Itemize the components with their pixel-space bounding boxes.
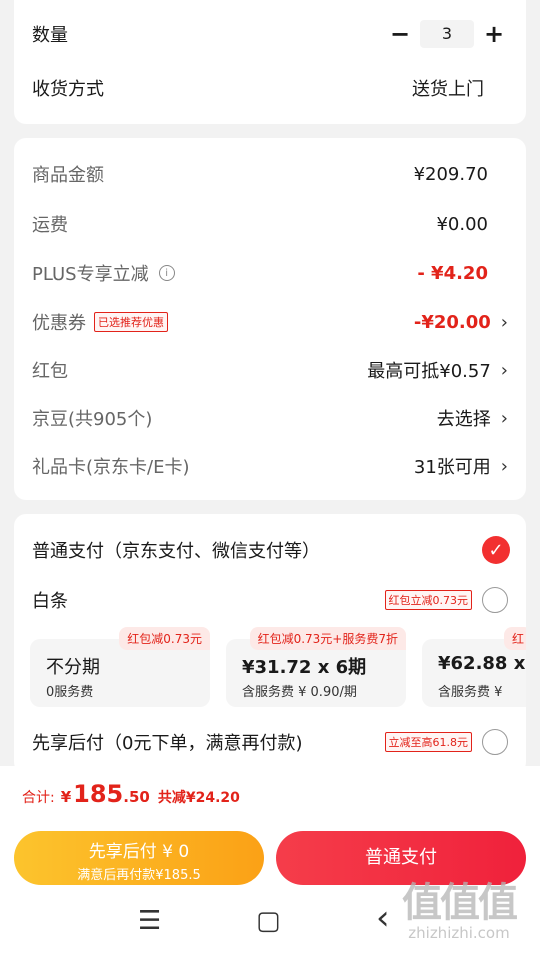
installment-option[interactable]: 红 ¥62.88 x 含服务费 ¥ [422,627,526,707]
goods-amount-row: 商品金额 ¥209.70 [14,154,526,194]
jingdou-label: 京豆(共905个) [32,409,153,430]
pay-later-label: 先享后付（0元下单，满意再付款) [32,733,303,754]
coupon-row[interactable]: 优惠券 已选推荐优惠 -¥20.00 › [14,302,526,342]
giftcard-value: 31张可用 [413,457,491,478]
chevron-right-icon: › [500,359,508,381]
price-summary-card: 商品金额 ¥209.70 运费 ¥0.00 PLUS专享立减 i - ¥4.20… [14,138,526,500]
baitiao-label: 白条 [32,591,68,612]
freight-label: 运费 [32,215,68,236]
installment-sub: 含服务费 ¥ 0.90/期 [242,685,357,700]
pay-later-button-title: 先享后付 ¥ 0 [88,842,190,862]
installment-main: 不分期 [46,657,100,678]
total-integer: 185 [73,780,124,808]
quantity-input[interactable]: 3 [420,20,474,48]
installment-sub: 0服务费 [46,685,94,700]
installment-option[interactable]: 红包减0.73元 不分期 0服务费 [30,627,210,707]
normal-pay-option[interactable]: 普通支付（京东支付、微信支付等） ✓ [14,530,526,570]
giftcard-row[interactable]: 礼品卡(京东卡/E卡) 31张可用 › [14,446,526,486]
installment-main: ¥62.88 x [438,653,526,674]
delivery-row[interactable]: 收货方式 送货上门 [14,68,526,108]
plus-discount-row: PLUS专享立减 i - ¥4.20 [14,253,526,293]
chevron-right-icon: › [500,407,508,429]
baitiao-option[interactable]: 白条 红包立减0.73元 [14,580,526,620]
pay-later-option[interactable]: 先享后付（0元下单，满意再付款) 立减至高61.8元 [14,722,526,762]
installment-badge: 红包减0.73元 [119,627,210,650]
giftcard-label: 礼品卡(京东卡/E卡) [32,457,190,478]
coupon-value: -¥20.00 [413,311,491,333]
watermark: 值值值 zhizhizhi.com [384,870,534,942]
redpacket-label: 红包 [32,361,68,382]
payment-method-card: 普通支付（京东支付、微信支付等） ✓ 白条 红包立减0.73元 红包减0.73元… [14,514,526,774]
radio-icon[interactable] [482,729,508,755]
pay-later-button-sub: 满意后再付款¥185.5 [77,868,201,883]
installment-option[interactable]: 红包减0.73元+服务费7折 ¥31.72 x 6期 含服务费 ¥ 0.90/期 [226,627,406,707]
total-currency: ¥ [60,788,72,806]
order-options-card: 数量 − 3 + 收货方式 送货上门 [14,0,526,124]
freight-value: ¥0.00 [436,213,488,235]
normal-pay-label: 普通支付（京东支付、微信支付等） [32,541,320,562]
pay-later-discount-badge: 立减至高61.8元 [384,732,472,752]
chevron-right-icon: › [500,311,508,333]
pay-later-button[interactable]: 先享后付 ¥ 0 满意后再付款¥185.5 [14,831,264,885]
installment-main: ¥31.72 x 6期 [242,657,367,678]
delivery-label: 收货方式 [32,79,104,100]
installment-sub: 含服务费 ¥ [438,685,503,700]
installment-badge: 红包减0.73元+服务费7折 [249,627,406,650]
minus-button[interactable]: − [386,20,414,48]
plus-discount-label: PLUS专享立减 [32,264,149,285]
home-icon[interactable]: ▢ [256,906,281,936]
order-total: 合计: ¥ 185 .50 共减¥24.20 [22,780,240,808]
checkout-bar: 合计: ¥ 185 .50 共减¥24.20 先享后付 ¥ 0 满意后再付款¥1… [0,766,540,957]
normal-pay-button-label: 普通支付 [365,847,437,868]
redpacket-value: 最高可抵¥0.57 [367,361,491,382]
info-icon[interactable]: i [158,265,175,281]
menu-icon[interactable]: ☰ [138,906,161,936]
quantity-stepper[interactable]: − 3 + [386,20,508,48]
baitiao-discount-badge: 红包立减0.73元 [384,590,472,610]
goods-amount-value: ¥209.70 [413,163,488,185]
watermark-logo: 值值值 [402,880,518,926]
jingdou-value: 去选择 [436,409,491,430]
redpacket-row[interactable]: 红包 最高可抵¥0.57 › [14,350,526,390]
delivery-value: 送货上门 [412,79,484,100]
coupon-recommended-badge: 已选推荐优惠 [94,312,168,332]
radio-icon[interactable] [482,587,508,613]
installment-badge: 红 [504,627,526,650]
checked-icon[interactable]: ✓ [482,536,510,564]
quantity-row: 数量 − 3 + [14,14,526,54]
total-saved: 共减¥24.20 [157,790,240,806]
goods-amount-label: 商品金额 [32,165,104,186]
quantity-label: 数量 [32,25,68,46]
freight-row: 运费 ¥0.00 [14,204,526,244]
chevron-right-icon: › [500,455,508,477]
plus-button[interactable]: + [480,20,508,48]
total-decimal: .50 [123,788,150,806]
coupon-label: 优惠券 [32,313,86,334]
plus-discount-value: - ¥4.20 [417,262,488,284]
total-label: 合计: [22,790,55,806]
jingdou-row[interactable]: 京豆(共905个) 去选择 › [14,398,526,438]
